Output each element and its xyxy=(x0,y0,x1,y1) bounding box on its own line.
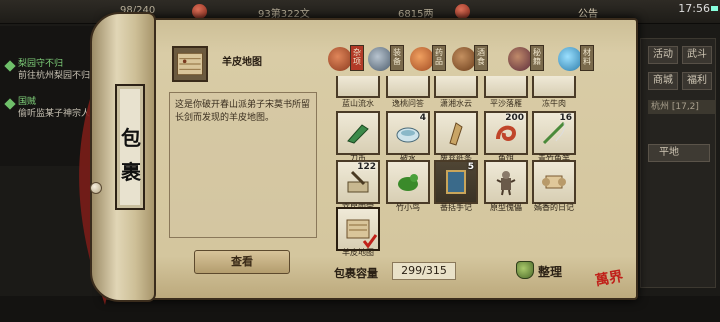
bag-icon xyxy=(516,261,534,279)
location-label: 杭州 [17,2] xyxy=(648,100,716,114)
book-icon xyxy=(508,47,532,71)
terrain-button[interactable]: 平地 xyxy=(648,144,710,162)
rod-icon xyxy=(542,121,566,145)
item-slot[interactable]: 16 xyxy=(532,111,576,155)
tab-label: 材料 xyxy=(580,45,594,71)
worm-icon xyxy=(496,125,517,141)
brush-icon xyxy=(347,170,369,193)
item-slot[interactable] xyxy=(532,160,576,204)
scroll-icon xyxy=(542,175,566,189)
tab-food[interactable]: 酒食 xyxy=(450,45,488,73)
item-slot[interactable]: 5 xyxy=(434,160,478,204)
activity-button[interactable]: 活动 xyxy=(648,46,678,64)
tab-materials[interactable]: 材料 xyxy=(556,45,594,73)
tab-equipment[interactable]: 装备 xyxy=(366,45,404,73)
inventory-title-plate: 包 裹 xyxy=(115,84,145,210)
add-money-icon[interactable] xyxy=(455,4,470,19)
clock: 17:56 xyxy=(678,2,710,15)
item-count: 200 xyxy=(505,113,524,123)
battery-icon xyxy=(711,6,718,11)
item-slot[interactable]: 122 xyxy=(336,160,380,204)
gourd-icon xyxy=(410,47,434,71)
sort-label: 整理 xyxy=(538,265,563,279)
item-slot[interactable] xyxy=(386,76,430,98)
item-slot[interactable] xyxy=(336,76,380,98)
quest-bullet-icon xyxy=(4,60,16,72)
view-button[interactable]: 查看 xyxy=(194,250,290,274)
item-slot[interactable] xyxy=(386,160,430,204)
item-slot[interactable] xyxy=(434,111,478,155)
item-count: 4 xyxy=(419,113,426,123)
item-count: 16 xyxy=(559,113,572,123)
wine-icon xyxy=(452,47,476,71)
sword-icon xyxy=(368,47,392,71)
shop-button[interactable]: 商城 xyxy=(648,72,678,90)
sort-button[interactable]: 整理 xyxy=(516,260,572,282)
item-count: 5 xyxy=(467,162,474,172)
selected-item-name: 羊皮地图 xyxy=(222,57,262,68)
paper-icon xyxy=(449,122,463,146)
crystal-icon xyxy=(558,47,582,71)
title-char: 包 xyxy=(121,126,141,150)
capacity-label: 包裹容量 xyxy=(334,267,378,280)
item-label: 冻牛肉 xyxy=(542,99,566,108)
tab-manuals[interactable]: 秘籍 xyxy=(506,45,544,73)
pot-icon xyxy=(328,47,352,71)
pvp-button[interactable]: 武斗 xyxy=(682,46,712,64)
selected-item-description: 这是你破开春山派弟子宋莫书所留长剑而发现的羊皮地图。 xyxy=(175,100,311,123)
tab-label: 装备 xyxy=(390,45,404,71)
welfare-button[interactable]: 福利 xyxy=(682,72,712,90)
item-label: 羊皮地图 xyxy=(342,248,374,257)
item-slot[interactable]: 200 xyxy=(484,111,528,155)
title-char: 裹 xyxy=(121,160,141,184)
tab-misc[interactable]: 杂项 xyxy=(326,45,364,73)
bird-icon xyxy=(398,174,418,191)
item-slot[interactable]: 4 xyxy=(386,111,430,155)
selected-item-icon xyxy=(172,46,208,82)
item-slot[interactable] xyxy=(484,76,528,98)
bead-icon xyxy=(90,182,102,194)
item-slot[interactable] xyxy=(532,76,576,98)
tab-medicine[interactable]: 药品 xyxy=(408,45,446,73)
item-count: 122 xyxy=(357,162,376,172)
tab-label: 药品 xyxy=(432,45,446,71)
tab-label: 酒食 xyxy=(474,45,488,71)
bowl-icon xyxy=(396,127,420,143)
tab-label: 秘籍 xyxy=(530,45,544,71)
puppet-icon xyxy=(496,171,516,196)
add-hp-icon[interactable] xyxy=(192,4,207,19)
capacity-value: 299/315 xyxy=(392,262,456,280)
item-label: 嫣香的日记 xyxy=(534,203,574,212)
item-slot[interactable] xyxy=(484,160,528,204)
notebook-icon xyxy=(446,170,466,194)
item-slot-selected[interactable] xyxy=(336,207,380,251)
tab-label: 杂项 xyxy=(350,45,364,71)
item-slot[interactable] xyxy=(434,76,478,98)
coin-knife-icon xyxy=(347,124,369,144)
item-slot[interactable] xyxy=(336,111,380,155)
quest-bullet-icon xyxy=(4,98,16,110)
